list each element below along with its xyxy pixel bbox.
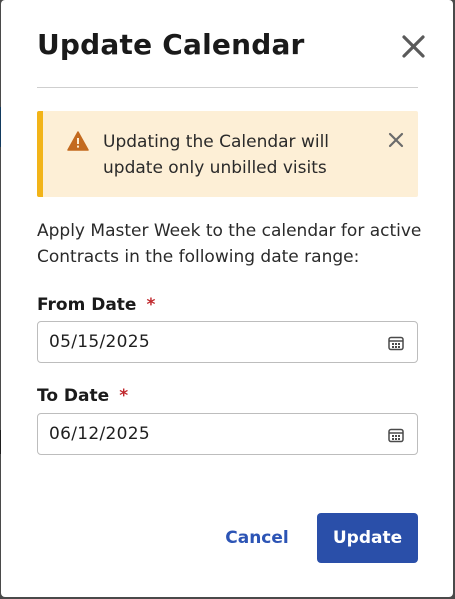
to-date-input[interactable]: 06/12/2025: [37, 413, 418, 455]
alert-message: Updating the Calendar will update only u…: [103, 132, 330, 178]
to-date-label-text: To Date: [37, 386, 110, 406]
from-date-value[interactable]: 05/15/2025: [49, 332, 150, 352]
update-calendar-dialog: Update Calendar Updating the Calendar wi…: [1, 0, 453, 597]
required-marker: *: [146, 295, 156, 315]
calendar-icon[interactable]: [388, 427, 404, 447]
to-date-label: To Date *: [37, 386, 128, 406]
from-date-label-text: From Date: [37, 295, 137, 315]
dialog-title: Update Calendar: [37, 28, 305, 61]
calendar-icon[interactable]: [388, 335, 404, 355]
from-date-input[interactable]: 05/15/2025: [37, 321, 418, 363]
from-date-label: From Date *: [37, 295, 155, 315]
warning-alert: Updating the Calendar will update only u…: [37, 111, 418, 197]
to-date-value[interactable]: 06/12/2025: [49, 424, 150, 444]
warning-icon: [67, 131, 89, 155]
required-marker: *: [119, 386, 129, 406]
title-divider: [37, 87, 418, 88]
update-button[interactable]: Update: [317, 513, 418, 563]
close-icon[interactable]: [397, 30, 431, 64]
cancel-button[interactable]: Cancel: [213, 513, 301, 563]
close-icon[interactable]: [387, 131, 405, 149]
description-text: Apply Master Week to the calendar for ac…: [37, 221, 422, 267]
